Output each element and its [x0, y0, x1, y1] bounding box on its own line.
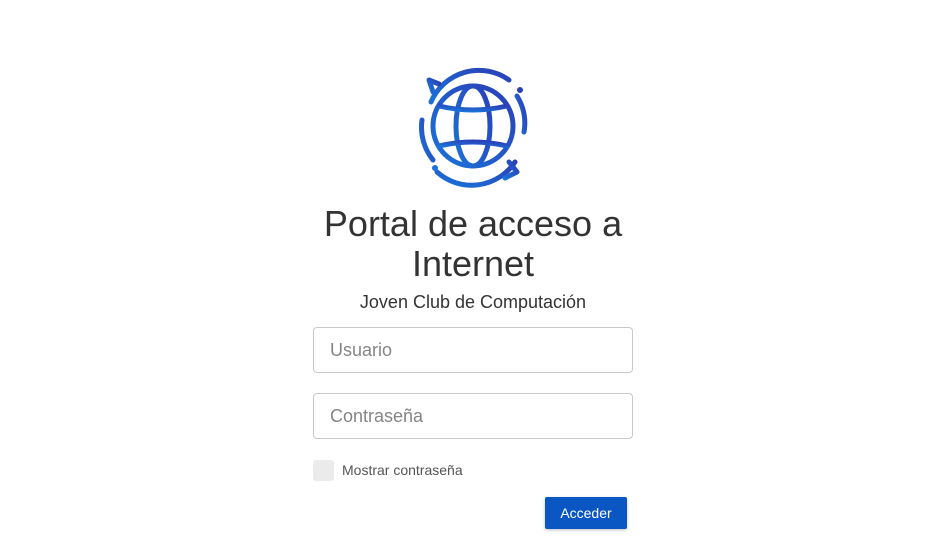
show-password-label[interactable]: Mostrar contraseña — [342, 462, 463, 478]
globe-refresh-icon — [419, 67, 528, 188]
organization-subtitle: Joven Club de Computación — [359, 292, 587, 312]
password-input[interactable] — [313, 393, 633, 439]
submit-button[interactable]: Acceder — [545, 497, 627, 529]
show-password-checkbox[interactable] — [313, 459, 334, 481]
page-title: Portal de acceso a Internet — [0, 204, 936, 284]
title-line-1: Portal de acceso a — [323, 203, 623, 244]
login-page: Portal de acceso a Internet Joven Club d… — [0, 0, 936, 545]
title-line-2: Internet — [411, 243, 535, 284]
show-password-row[interactable]: Mostrar contraseña — [313, 459, 463, 481]
username-input[interactable] — [313, 327, 633, 373]
